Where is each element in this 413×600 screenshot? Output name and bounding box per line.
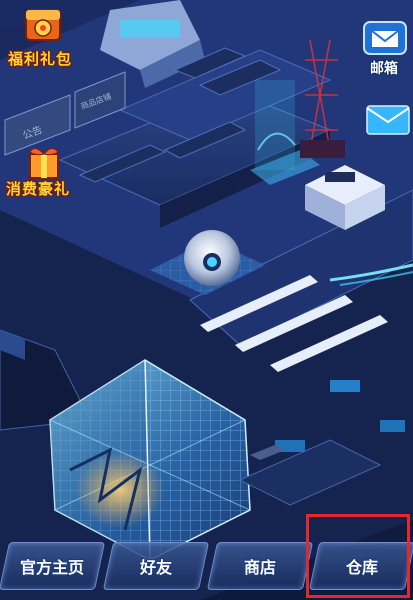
isometric-base-map — [0, 0, 413, 600]
official-home-button[interactable]: 官方主页 — [0, 542, 106, 590]
envelope-icon — [366, 105, 410, 135]
consume-gift-button[interactable]: 消费豪礼 — [6, 144, 80, 200]
highlight-box — [306, 514, 410, 598]
shop-button[interactable]: 商店 — [206, 542, 314, 590]
official-home-label: 官方主页 — [19, 558, 84, 577]
gift-pack-label: 福利礼包 — [8, 50, 73, 68]
mailbox-button[interactable]: 邮箱 — [360, 18, 410, 78]
treasure-chest-icon — [25, 9, 61, 41]
side-mail-icon[interactable] — [365, 102, 411, 138]
gift-pack-button[interactable]: 福利礼包 — [8, 4, 80, 70]
game-scene: 公告 商品店铺 福利礼包 消费豪礼 邮箱 官方主页 好友 商店 仓库 — [0, 0, 413, 600]
friends-button[interactable]: 好友 — [102, 542, 210, 590]
consume-gift-label: 消费豪礼 — [6, 180, 71, 198]
shop-label: 商店 — [243, 558, 276, 577]
mailbox-label: 邮箱 — [370, 61, 398, 77]
envelope-icon — [363, 21, 407, 55]
friends-label: 好友 — [139, 558, 172, 577]
